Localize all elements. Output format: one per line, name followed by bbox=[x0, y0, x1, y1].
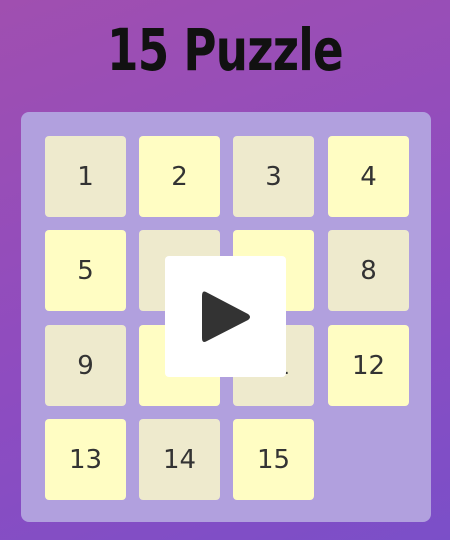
tile-3[interactable]: 3 bbox=[233, 136, 314, 217]
tile-13[interactable]: 13 bbox=[45, 419, 126, 500]
tile-4[interactable]: 4 bbox=[328, 136, 409, 217]
play-icon bbox=[201, 291, 250, 342]
tile-1[interactable]: 1 bbox=[45, 136, 126, 217]
tile-2[interactable]: 2 bbox=[139, 136, 220, 217]
tile-8[interactable]: 8 bbox=[328, 230, 409, 311]
tile-14[interactable]: 14 bbox=[139, 419, 220, 500]
tile-5[interactable]: 5 bbox=[45, 230, 126, 311]
page-title: 15 Puzzle bbox=[107, 16, 344, 84]
tile-9[interactable]: 9 bbox=[45, 325, 126, 406]
tile-15[interactable]: 15 bbox=[233, 419, 314, 500]
play-button[interactable] bbox=[165, 256, 286, 377]
tile-12[interactable]: 12 bbox=[328, 325, 409, 406]
